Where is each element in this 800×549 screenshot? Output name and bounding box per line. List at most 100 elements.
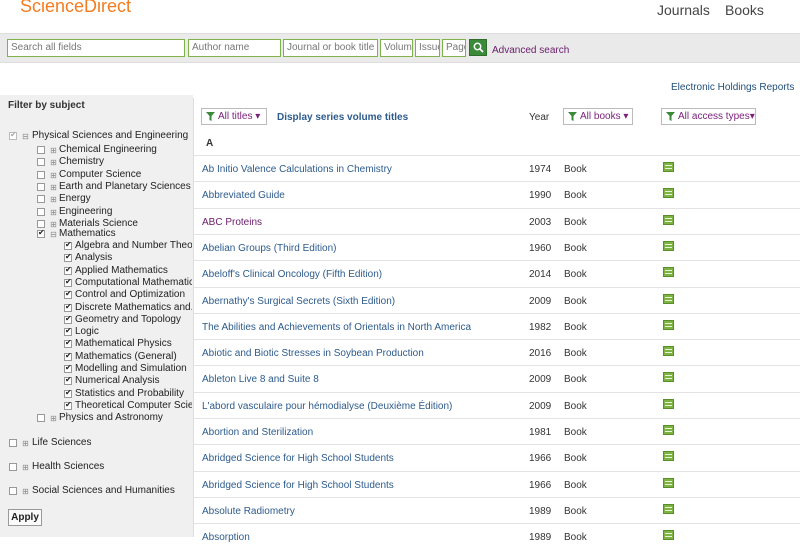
book-title-link[interactable]: Absolute Radiometry <box>202 506 295 517</box>
subject-item[interactable]: Theoretical Computer Scie... <box>75 400 192 411</box>
access-icon[interactable] <box>663 240 674 251</box>
expand-icon[interactable]: ⊞ <box>50 159 57 167</box>
access-types-filter[interactable]: All access types▾ <box>661 108 756 125</box>
access-icon[interactable] <box>663 346 674 357</box>
subject-checkbox[interactable] <box>37 182 45 191</box>
access-icon[interactable] <box>663 503 674 514</box>
book-title-link[interactable]: The Abilities and Achievements of Orient… <box>202 322 471 333</box>
subject-item[interactable]: Control and Optimization <box>75 289 192 300</box>
subject-checkbox[interactable] <box>37 207 45 216</box>
subject-mathematics[interactable]: Mathematics <box>59 228 116 239</box>
expand-icon[interactable]: ⊞ <box>50 171 57 179</box>
collapse-icon[interactable]: ⊟ <box>50 231 57 239</box>
access-icon[interactable] <box>663 530 674 541</box>
subject-item[interactable]: Algebra and Number Theory <box>75 240 192 251</box>
subject-item[interactable]: Statistics and Probability <box>75 388 192 399</box>
access-icon[interactable] <box>663 477 674 488</box>
subject-checkbox[interactable] <box>64 400 72 410</box>
all-titles-filter[interactable]: All titles ▾ <box>201 108 267 125</box>
subject-checkbox[interactable] <box>64 240 72 250</box>
book-title-link[interactable]: Abbreviated Guide <box>202 190 285 201</box>
expand-icon[interactable]: ⊞ <box>22 464 29 472</box>
subject-item[interactable]: Computer Science <box>59 169 141 180</box>
year-column-header[interactable]: Year <box>529 112 549 123</box>
book-title-link[interactable]: Abortion and Sterilization <box>202 427 313 438</box>
subject-item[interactable]: Engineering <box>59 206 112 217</box>
subject-item[interactable]: Chemical Engineering <box>59 144 157 155</box>
expand-icon[interactable]: ⊞ <box>50 208 57 216</box>
subject-physics[interactable]: Physics and Astronomy <box>59 412 163 423</box>
book-title-link[interactable]: Abridged Science for High School Student… <box>202 480 394 491</box>
subject-checkbox[interactable] <box>64 265 72 275</box>
advanced-search-link[interactable]: Advanced search <box>492 45 569 56</box>
book-title-link[interactable]: L'abord vasculaire pour hémodialyse (Deu… <box>202 401 452 412</box>
subject-checkbox[interactable] <box>9 463 17 471</box>
subject-item[interactable]: Modelling and Simulation <box>75 363 192 374</box>
access-icon[interactable] <box>663 372 674 383</box>
author-name-input[interactable]: Author name <box>188 39 281 57</box>
subject-item[interactable]: Geometry and Topology <box>75 314 192 325</box>
expand-icon[interactable]: ⊞ <box>50 183 57 191</box>
subject-checkbox[interactable] <box>64 289 72 300</box>
subject-item[interactable]: Mathematics (General) <box>75 351 192 362</box>
subject-checkbox[interactable] <box>37 195 45 204</box>
subject-checkbox[interactable] <box>64 326 72 337</box>
subject-item[interactable]: Mathematical Physics <box>75 338 192 349</box>
checkbox-mathematics[interactable] <box>37 228 45 238</box>
subject-checkbox[interactable] <box>9 487 17 495</box>
volume-input[interactable]: Volume <box>380 39 413 57</box>
subject-item[interactable]: Analysis <box>75 252 192 263</box>
access-icon[interactable] <box>663 451 674 462</box>
access-icon[interactable] <box>663 319 674 330</box>
subject-item[interactable]: Social Sciences and Humanities <box>32 485 175 496</box>
book-title-link[interactable]: Ab Initio Valence Calculations in Chemis… <box>202 164 392 175</box>
subject-checkbox[interactable] <box>64 302 72 312</box>
subject-checkbox[interactable] <box>64 338 72 349</box>
expand-icon[interactable]: ⊞ <box>22 440 29 448</box>
subject-physical-sciences[interactable]: Physical Sciences and Engineering <box>32 130 188 141</box>
subject-item[interactable]: Discrete Mathematics and... <box>75 302 192 313</box>
book-title-link[interactable]: ABC Proteins <box>202 217 262 228</box>
subject-checkbox[interactable] <box>64 351 72 361</box>
subject-checkbox[interactable] <box>37 146 45 154</box>
book-title-link[interactable]: Abelian Groups (Third Edition) <box>202 243 337 254</box>
subject-checkbox[interactable] <box>37 170 45 179</box>
access-icon[interactable] <box>663 162 674 172</box>
expand-icon[interactable]: ⊞ <box>50 220 57 228</box>
book-title-link[interactable]: Abernathy's Surgical Secrets (Sixth Edit… <box>202 296 395 307</box>
subject-item[interactable]: Chemistry <box>59 156 104 167</box>
book-title-link[interactable]: Absorption <box>202 532 250 543</box>
subject-item[interactable]: Logic <box>75 326 192 337</box>
subject-checkbox[interactable] <box>9 439 17 447</box>
subject-item[interactable]: Applied Mathematics <box>75 265 192 276</box>
expand-icon[interactable]: ⊞ <box>50 415 57 423</box>
subject-checkbox[interactable] <box>37 158 45 167</box>
apply-button[interactable]: Apply <box>8 509 42 526</box>
subject-checkbox[interactable] <box>64 375 72 386</box>
sciencedirect-logo[interactable]: ScienceDirect <box>20 0 131 17</box>
expand-icon[interactable]: ⊞ <box>22 488 29 496</box>
electronic-holdings-link[interactable]: Electronic Holdings Reports <box>671 82 794 93</box>
access-icon[interactable] <box>663 267 674 278</box>
checkbox-physical-sciences[interactable] <box>9 130 17 140</box>
subject-item[interactable]: Numerical Analysis <box>75 375 192 386</box>
search-button[interactable] <box>469 39 487 56</box>
nav-journals[interactable]: Journals <box>657 2 710 18</box>
subject-item[interactable]: Earth and Planetary Sciences <box>59 181 191 192</box>
access-icon[interactable] <box>663 293 674 304</box>
display-series-link[interactable]: Display series volume titles <box>277 112 408 123</box>
book-title-link[interactable]: Abeloff's Clinical Oncology (Fifth Editi… <box>202 269 382 280</box>
subject-item[interactable]: Health Sciences <box>32 461 104 472</box>
page-input[interactable]: Page <box>442 39 466 57</box>
expand-icon[interactable]: ⊞ <box>50 147 57 155</box>
subject-checkbox[interactable] <box>64 314 72 324</box>
subject-item[interactable]: Computational Mathematics <box>75 277 192 288</box>
subject-checkbox[interactable] <box>64 388 72 398</box>
subject-checkbox[interactable] <box>64 277 72 287</box>
book-title-link[interactable]: Abridged Science for High School Student… <box>202 453 394 464</box>
access-icon[interactable] <box>663 188 674 199</box>
expand-icon[interactable]: ⊞ <box>50 196 57 204</box>
book-title-link[interactable]: Abiotic and Biotic Stresses in Soybean P… <box>202 348 424 359</box>
search-all-fields-input[interactable]: Search all fields <box>7 39 185 57</box>
subject-checkbox[interactable] <box>64 252 72 263</box>
